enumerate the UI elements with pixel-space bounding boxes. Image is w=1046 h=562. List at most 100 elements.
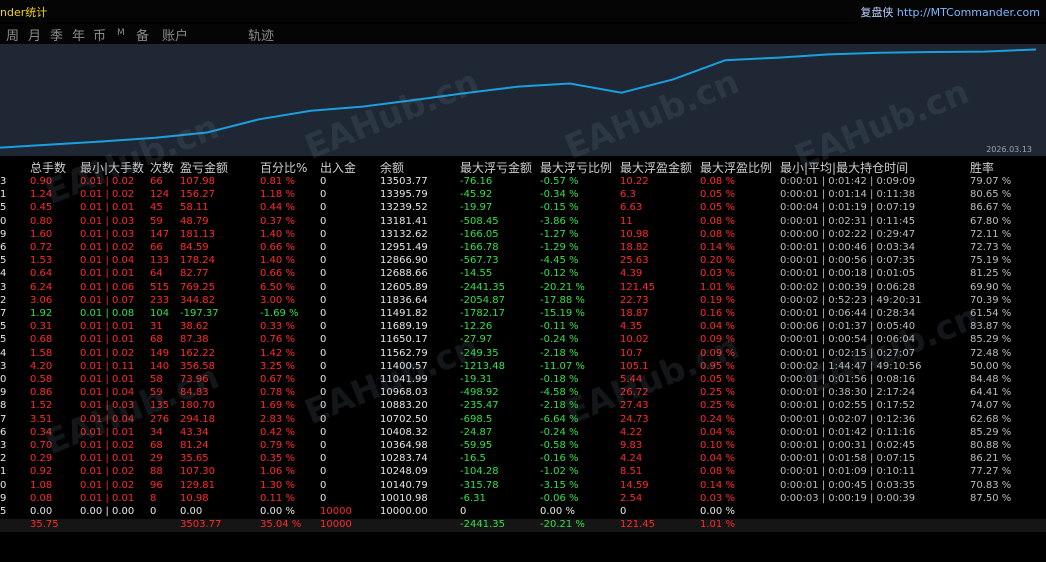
col-percent[interactable]: 百分比% <box>260 159 307 176</box>
table-cell: 0.95 % <box>700 360 735 372</box>
col-max-float-loss-ratio[interactable]: 最大浮亏比例 <box>540 159 612 176</box>
table-row[interactable]: 5 0.31 0.01 | 0.01 31 38.62 0.33 % 0 11689.19 -1… <box>0 321 1046 334</box>
col-profit[interactable]: 盈亏金额 <box>180 159 228 176</box>
table-cell: -0.34 % <box>540 189 579 201</box>
col-max-float-profit-ratio[interactable]: 最大浮盈比例 <box>700 159 772 176</box>
table-cell: 62.68 % <box>970 413 1012 425</box>
tab-year[interactable]: 年 <box>72 25 85 44</box>
tab-currency[interactable]: 币 <box>93 25 106 44</box>
table-cell: 70.39 % <box>970 294 1012 306</box>
table-cell: 0:00:01 | 0:02:15 | 0:27:07 <box>780 347 916 359</box>
table-cell: 0.08 % <box>700 228 735 240</box>
table-row[interactable]: 6 0.34 0.01 | 0.01 34 43.34 0.42 % 0 10408.32 -2… <box>0 427 1046 440</box>
table-row[interactable]: 5 1.53 0.01 | 0.04 133 178.24 1.40 % 0 12866.90… <box>0 255 1046 268</box>
table-row[interactable]: 6 0.72 0.01 | 0.02 66 84.59 0.66 % 0 12951.49 -1… <box>0 242 1046 255</box>
table-cell: 0 <box>150 506 157 517</box>
table-row[interactable]: 3 0.70 0.01 | 0.02 68 81.24 0.79 % 0 10364.98 -5… <box>0 440 1046 453</box>
tab-note[interactable]: 备 <box>136 25 149 44</box>
table-cell: 87.38 <box>180 334 209 346</box>
table-cell: 121.45 <box>620 281 655 293</box>
tab-quarter[interactable]: 季 <box>50 25 63 44</box>
table-cell: 29 <box>150 453 163 465</box>
table-cell: 64.41 % <box>970 387 1012 399</box>
tab-week[interactable]: 周 <box>6 25 19 44</box>
table-cell: 0 <box>320 189 327 201</box>
table-row[interactable]: 5 0.68 0.01 | 0.01 68 87.38 0.76 % 0 11650.17 -2… <box>0 334 1046 347</box>
col-max-float-profit[interactable]: 最大浮盈金额 <box>620 159 692 176</box>
table-cell: 6.63 <box>620 202 643 214</box>
table-row[interactable]: 7 1.92 0.01 | 0.08 104 -197.37 -1.69 % 0 11491.… <box>0 308 1046 321</box>
table-row[interactable]: 1 0.92 0.01 | 0.02 88 107.30 1.06 % 0 10248.09 -… <box>0 466 1046 479</box>
table-cell: 0.79 % <box>260 440 295 451</box>
table-cell: -1213.48 <box>460 360 505 372</box>
table-row[interactable]: 3 4.20 0.01 | 0.11 140 356.58 3.25 % 0 11400.57… <box>0 361 1046 374</box>
table-cell: 72.48 % <box>970 347 1012 359</box>
table-row[interactable]: 7 3.51 0.01 | 0.04 276 294.18 2.83 % 0 10702.50… <box>0 414 1046 427</box>
table-cell: 4 <box>0 347 7 359</box>
table-row[interactable]: 9 1.60 0.01 | 0.03 147 181.13 1.40 % 0 13132.62… <box>0 229 1046 242</box>
table-cell: 6.24 <box>30 281 53 293</box>
table-cell: 11041.99 <box>380 374 428 385</box>
equity-chart: 2026.03.13 <box>0 44 1046 156</box>
table-cell: 9 <box>0 228 7 240</box>
table-cell: 4 <box>0 268 7 280</box>
table-row[interactable]: 2 3.06 0.01 | 0.07 233 344.82 3.00 % 0 11836.64… <box>0 295 1046 308</box>
col-max-float-loss[interactable]: 最大浮亏金额 <box>460 159 532 176</box>
col-hold-time[interactable]: 最小|平均|最大持仓时间 <box>780 159 908 176</box>
tab-account[interactable]: 账户 <box>162 25 188 44</box>
col-count[interactable]: 次数 <box>150 159 174 176</box>
table-cell: -166.05 <box>460 228 499 240</box>
table-cell: -2441.35 <box>460 281 505 293</box>
totals-row: 35.75 3503.77 35.04 % 10000 -2441.35 -20.21 %… <box>0 519 1046 533</box>
col-min-max-lots[interactable]: 最小|大手数 <box>80 159 144 176</box>
table-cell: 0.01 | 0.01 <box>80 374 135 385</box>
table-cell: 85.29 % <box>970 426 1012 438</box>
table-cell: 10.98 <box>620 228 649 240</box>
col-win-rate[interactable]: 胜率 <box>970 159 994 176</box>
col-balance[interactable]: 余额 <box>380 159 404 176</box>
table-row[interactable]: 1 1.24 0.01 | 0.02 124 156.27 1.18 % 0 13395.79… <box>0 189 1046 202</box>
table-cell: 4.35 <box>620 321 643 333</box>
table-cell: 0:00:01 | 0:00:54 | 0:06:04 <box>780 334 916 346</box>
table-row[interactable]: 3 6.24 0.01 | 0.06 515 769.25 6.50 % 0 12605.89… <box>0 282 1046 295</box>
brand-link[interactable]: 复盘侠 http://MTCommander.com <box>860 4 1040 20</box>
tab-track[interactable]: 轨迹 <box>248 25 274 44</box>
table-row[interactable]: 9 0.86 0.01 | 0.04 59 84.83 0.78 % 0 10968.03 -4… <box>0 387 1046 400</box>
table-cell: 1.53 <box>30 255 53 267</box>
col-total-lots[interactable]: 总手数 <box>30 159 66 176</box>
table-row[interactable]: 8 1.52 0.01 | 0.03 135 180.70 1.69 % 0 10883.20… <box>0 400 1046 413</box>
col-deposit[interactable]: 出入金 <box>320 159 356 176</box>
table-row[interactable]: 4 1.58 0.01 | 0.02 149 162.22 1.42 % 0 11562.79… <box>0 348 1046 361</box>
table-cell: 0 <box>320 360 327 372</box>
table-cell: 1.52 <box>30 400 53 412</box>
table-cell: 11 <box>620 215 633 227</box>
table-header: 总手数 最小|大手数 次数 盈亏金额 百分比% 出入金 余额 最大浮亏金额 最大… <box>0 159 1046 177</box>
table-row[interactable]: 9 0.08 0.01 | 0.01 8 10.98 0.11 % 0 10010.98 -6.… <box>0 493 1046 506</box>
table-row[interactable]: 0 0.58 0.01 | 0.01 58 73.96 0.67 % 0 11041.99 -1… <box>0 374 1046 387</box>
table-cell: 107.30 <box>180 466 215 478</box>
table-cell: 80.88 % <box>970 440 1012 451</box>
table-cell: 0.09 % <box>700 347 735 359</box>
table-cell: 3.06 <box>30 294 53 306</box>
tab-month[interactable]: 月 <box>28 25 41 44</box>
table-row[interactable]: 3 0.90 0.01 | 0.02 66 107.98 0.81 % 0 13503.77 -… <box>0 176 1046 189</box>
equity-chart-svg <box>0 48 1037 149</box>
table-row[interactable]: 4 0.64 0.01 | 0.01 64 82.77 0.66 % 0 12688.66 -1… <box>0 268 1046 281</box>
table-cell: 0.01 | 0.07 <box>80 294 135 306</box>
table-cell: 74.07 % <box>970 400 1012 412</box>
table-row[interactable]: 2 0.29 0.01 | 0.01 29 35.65 0.35 % 0 10283.74 -1… <box>0 453 1046 466</box>
table-row[interactable]: 5 0.00 0.00 | 0.00 0 0.00 0.00 % 10000 10000.00… <box>0 506 1046 519</box>
table-cell: 0.76 % <box>260 334 295 346</box>
table-cell: 0.66 % <box>260 242 295 253</box>
table-row[interactable]: 0 0.80 0.01 | 0.03 59 48.79 0.37 % 0 13181.41 -5… <box>0 216 1046 229</box>
tab-m[interactable]: M <box>117 28 125 38</box>
table-row[interactable]: 0 1.08 0.01 | 0.02 96 129.81 1.30 % 0 10140.79 -… <box>0 480 1046 493</box>
table-cell: 10283.74 <box>380 453 428 465</box>
table-cell: 0 <box>320 413 327 425</box>
table-cell: 4.39 <box>620 268 643 280</box>
table-cell: 0 <box>320 400 327 412</box>
table-cell: 0.09 % <box>700 334 735 346</box>
table-row[interactable]: 5 0.45 0.01 | 0.01 45 58.11 0.44 % 0 13239.52 -1… <box>0 202 1046 215</box>
table-cell: 0 <box>0 215 7 227</box>
table-cell: -6.31 <box>460 492 486 504</box>
